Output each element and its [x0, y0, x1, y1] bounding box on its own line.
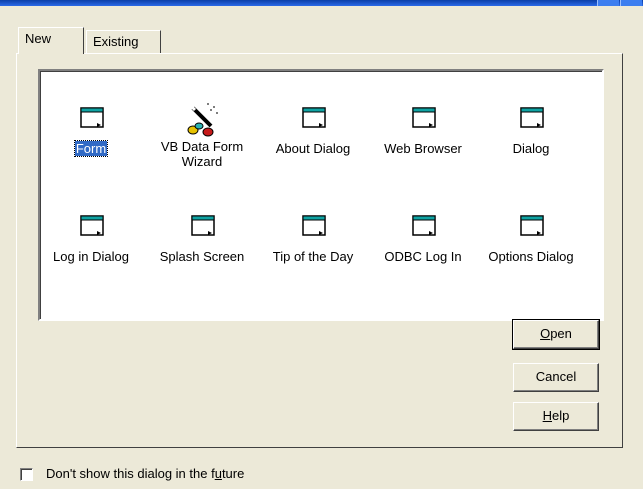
list-item-label: VB Data Form Wizard	[160, 139, 244, 169]
list-item-vb-data-form-wizard[interactable]: VB Data Form Wizard	[147, 101, 257, 169]
tab-new-label: New	[25, 31, 52, 46]
list-item-dialog[interactable]: Dialog	[476, 103, 586, 156]
wizard-wand-icon	[187, 103, 218, 137]
form-icon	[520, 107, 544, 128]
tab-panel-new: Form VB Data Form Wizard About Dialog We…	[16, 53, 623, 448]
tab-existing[interactable]: Existing	[86, 30, 161, 54]
window-titlebar	[0, 0, 643, 6]
form-icon	[520, 215, 544, 236]
open-button[interactable]: Open	[512, 319, 600, 350]
tab-existing-label: Existing	[93, 34, 139, 49]
form-icon	[412, 107, 436, 128]
titlebar-close-icon[interactable]	[620, 0, 642, 6]
titlebar-button-icon[interactable]	[597, 0, 619, 6]
form-icon	[80, 107, 104, 128]
list-item-options-dialog[interactable]: Options Dialog	[476, 211, 586, 264]
list-item-log-in-dialog[interactable]: Log in Dialog	[36, 211, 146, 264]
form-type-list[interactable]: Form VB Data Form Wizard About Dialog We…	[38, 69, 604, 321]
form-icon	[302, 215, 326, 236]
list-item-label: Splash Screen	[159, 249, 245, 264]
list-item-label: Options Dialog	[488, 249, 574, 264]
cancel-button[interactable]: Cancel	[513, 363, 599, 392]
tab-new[interactable]: New	[18, 27, 84, 54]
list-item-about-dialog[interactable]: About Dialog	[258, 103, 368, 156]
list-item-web-browser[interactable]: Web Browser	[368, 103, 478, 156]
list-item-label: Tip of the Day	[272, 249, 354, 264]
list-item-tip-of-the-day[interactable]: Tip of the Day	[258, 211, 368, 264]
list-item-odbc-log-in[interactable]: ODBC Log In	[368, 211, 478, 264]
dont-show-again-checkbox[interactable]	[20, 468, 33, 481]
form-icon	[191, 215, 215, 236]
form-icon	[302, 107, 326, 128]
form-icon	[412, 215, 436, 236]
list-item-label: Dialog	[512, 141, 550, 156]
list-item-label: Log in Dialog	[53, 249, 129, 264]
help-button[interactable]: Help	[513, 402, 599, 431]
list-item-label: Form	[73, 140, 109, 157]
dont-show-again-label[interactable]: Don't show this dialog in the future	[46, 466, 244, 481]
list-item-label: Web Browser	[384, 141, 462, 156]
form-icon	[80, 215, 104, 236]
list-item-label: About Dialog	[275, 141, 351, 156]
list-item-splash-screen[interactable]: Splash Screen	[147, 211, 257, 264]
list-item-label: ODBC Log In	[384, 249, 462, 264]
list-item-form[interactable]: Form	[36, 103, 146, 157]
